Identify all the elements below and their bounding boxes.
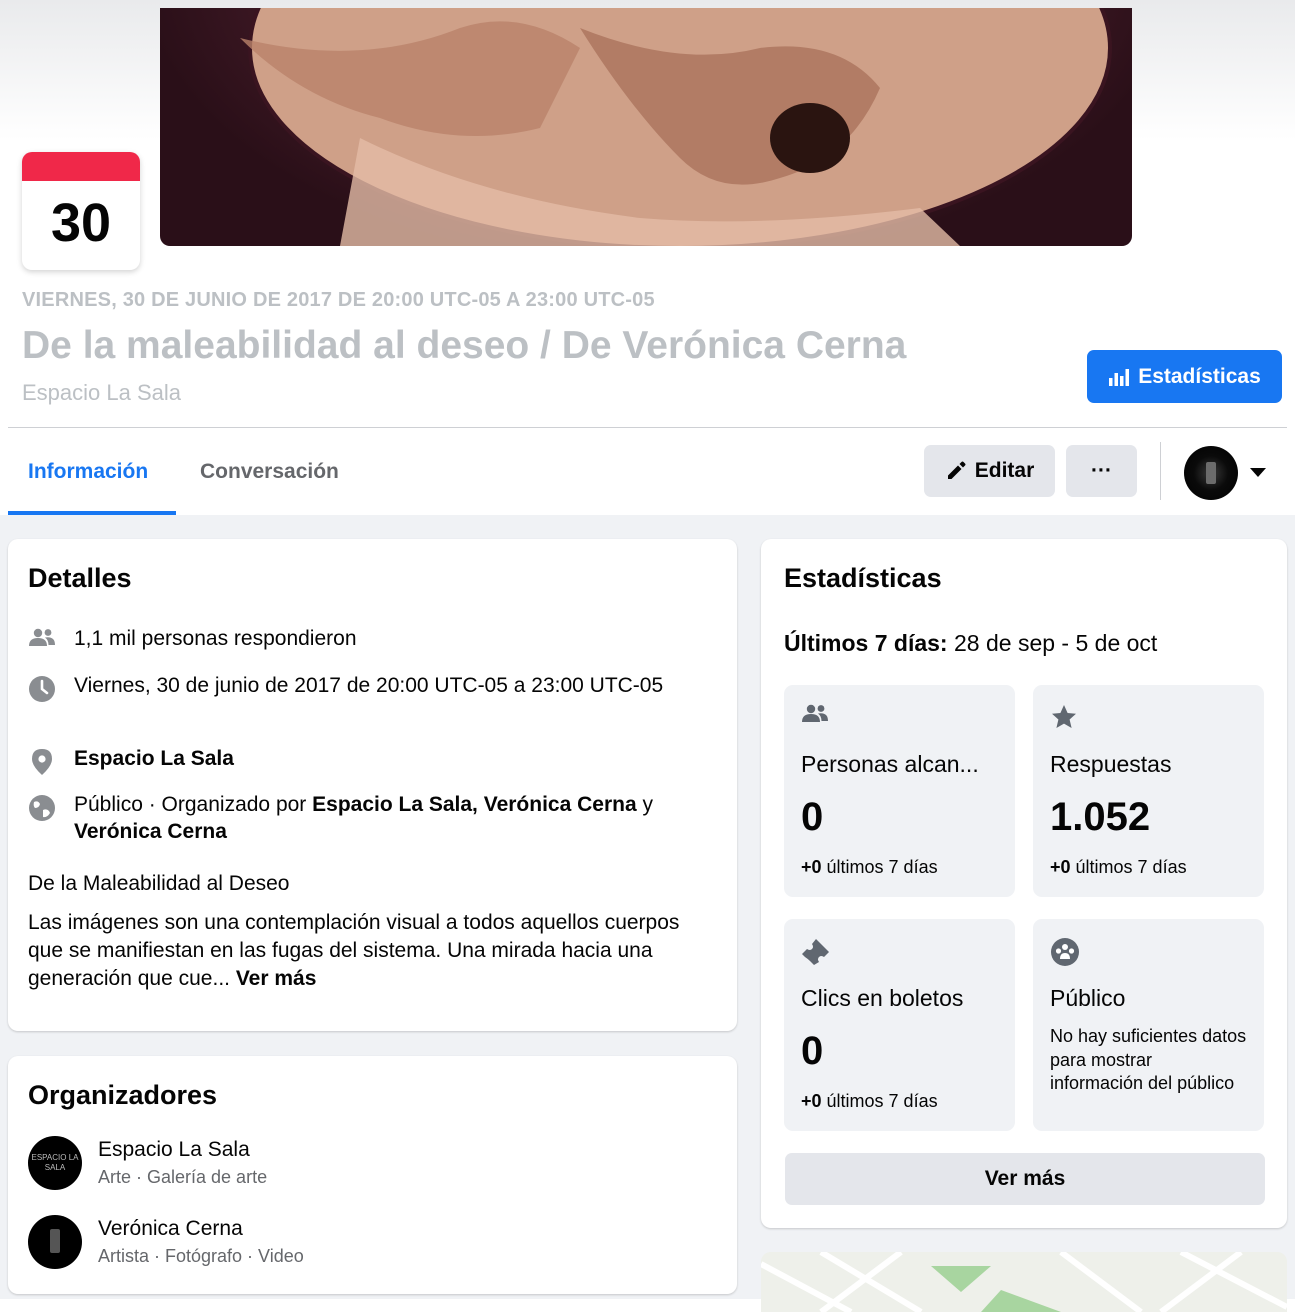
organizer-category: Artista · Fotógrafo · Video <box>98 1246 304 1266</box>
stats-heading: Estadísticas <box>784 563 942 593</box>
calendar-day: 30 <box>50 193 112 253</box>
organizer-item[interactable]: Verónica Cerna Artista · Fotógrafo · Vid… <box>28 1215 304 1269</box>
insights-button-label: Estadísticas <box>1138 364 1261 388</box>
stat-value: 0 <box>801 795 824 839</box>
detail-location-text[interactable]: Espacio La Sala <box>74 745 234 776</box>
chevron-down-icon[interactable] <box>1250 468 1266 477</box>
people-icon <box>802 704 828 722</box>
organizer-link[interactable]: Verónica Cerna <box>74 820 227 843</box>
stat-delta: +0 últimos 7 días <box>1050 857 1187 877</box>
organizers-heading: Organizadores <box>28 1080 218 1110</box>
calendar-header-strip <box>22 152 140 181</box>
organizer-name[interactable]: Espacio La Sala <box>98 1136 267 1164</box>
organizer-avatar[interactable] <box>28 1215 82 1269</box>
organizer-item[interactable]: ESPACIO LA SALA Espacio La Sala Arte · G… <box>28 1136 267 1190</box>
stat-box-ticket-clicks[interactable]: Clics en boletos 0 +0 últimos 7 días <box>784 919 1015 1131</box>
edit-button-label: Editar <box>974 459 1035 482</box>
header-divider <box>8 427 1287 428</box>
stat-label: Clics en boletos <box>801 985 964 1011</box>
see-more-link[interactable]: Ver más <box>236 967 317 990</box>
stat-label: Personas alcan... <box>801 751 979 777</box>
location-pin-icon <box>32 749 52 775</box>
details-heading: Detalles <box>28 563 132 593</box>
detail-location[interactable]: Espacio La Sala <box>28 745 234 776</box>
globe-icon <box>29 795 55 821</box>
stats-see-more-button[interactable]: Ver más <box>785 1153 1265 1205</box>
event-title: De la maleabilidad al deseo / De Verónic… <box>22 324 907 367</box>
organizer-avatar-logo: ESPACIO LA SALA <box>31 1153 79 1172</box>
more-options-icon: ··· <box>1091 459 1112 482</box>
tab-conversacion[interactable]: Conversación <box>200 460 339 484</box>
cover-photo-art <box>240 8 1112 246</box>
stats-range-value: 28 de sep - 5 de oct <box>947 630 1158 656</box>
event-subtitle: De la Maleabilidad al Deseo <box>28 872 290 895</box>
stat-box-responses[interactable]: Respuestas 1.052 +0 últimos 7 días <box>1033 685 1264 897</box>
audience-icon <box>1051 938 1079 966</box>
action-separator <box>1160 442 1161 500</box>
stat-value: 0 <box>801 1029 824 1073</box>
map-tiles <box>761 1252 1287 1312</box>
bar-chart-icon <box>1109 368 1130 386</box>
conjunction-text: y <box>636 793 653 816</box>
tab-informacion[interactable]: Información <box>28 460 148 484</box>
stat-box-reach[interactable]: Personas alcan... 0 +0 últimos 7 días <box>784 685 1015 897</box>
stat-label: Respuestas <box>1050 751 1172 777</box>
organizer-name[interactable]: Verónica Cerna <box>98 1215 304 1243</box>
stat-delta: +0 últimos 7 días <box>801 857 938 877</box>
stat-value: 1.052 <box>1050 795 1151 839</box>
pencil-icon <box>947 461 966 479</box>
event-description: Las imágenes son una contemplación visua… <box>28 909 708 993</box>
stat-box-audience[interactable]: Público No hay suficientes datos para mo… <box>1033 919 1264 1131</box>
clock-icon <box>29 676 55 702</box>
more-options-button[interactable]: ··· <box>1066 445 1137 497</box>
detail-privacy-text: Público · Organizado por <box>74 793 313 816</box>
detail-datetime: Viernes, 30 de junio de 2017 de 20:00 UT… <box>28 672 688 703</box>
stat-delta: +0 últimos 7 días <box>801 1091 938 1111</box>
detail-datetime-text: Viernes, 30 de junio de 2017 de 20:00 UT… <box>74 674 664 697</box>
ticket-icon <box>802 939 829 965</box>
event-datetime: VIERNES, 30 DE JUNIO DE 2017 DE 20:00 UT… <box>22 289 655 311</box>
detail-privacy: Público · Organizado por Espacio La Sala… <box>28 791 708 845</box>
profile-avatar[interactable] <box>1184 446 1238 500</box>
location-map[interactable] <box>761 1252 1287 1312</box>
detail-responses: 1,1 mil personas respondieron <box>28 625 357 652</box>
star-icon <box>1052 705 1076 728</box>
organizer-link[interactable]: Espacio La Sala, Verónica Cerna <box>312 793 637 816</box>
stat-label: Público <box>1050 985 1126 1011</box>
stats-card: Estadísticas Últimos 7 días: 28 de sep -… <box>761 539 1287 1228</box>
organizers-card: Organizadores ESPACIO LA SALA Espacio La… <box>8 1056 737 1294</box>
stats-range-label: Últimos 7 días: <box>784 630 948 656</box>
cover-photo[interactable] <box>160 8 1132 246</box>
organizer-category: Arte · Galería de arte <box>98 1167 268 1187</box>
event-host-link[interactable]: Espacio La Sala <box>22 380 181 406</box>
people-icon <box>29 628 55 646</box>
insights-button[interactable]: Estadísticas <box>1087 350 1282 403</box>
description-text: Las imágenes son una contemplación visua… <box>28 911 680 990</box>
stats-range: Últimos 7 días: 28 de sep - 5 de oct <box>784 630 1157 657</box>
details-card: Detalles 1,1 mil personas respondieron V… <box>8 539 737 1031</box>
stat-note: No hay suficientes datos para mostrar in… <box>1050 1026 1247 1093</box>
organizer-avatar[interactable]: ESPACIO LA SALA <box>28 1136 82 1190</box>
calendar-date-badge: 30 <box>22 152 140 270</box>
edit-button[interactable]: Editar <box>924 445 1055 497</box>
detail-responses-text: 1,1 mil personas respondieron <box>74 627 357 650</box>
